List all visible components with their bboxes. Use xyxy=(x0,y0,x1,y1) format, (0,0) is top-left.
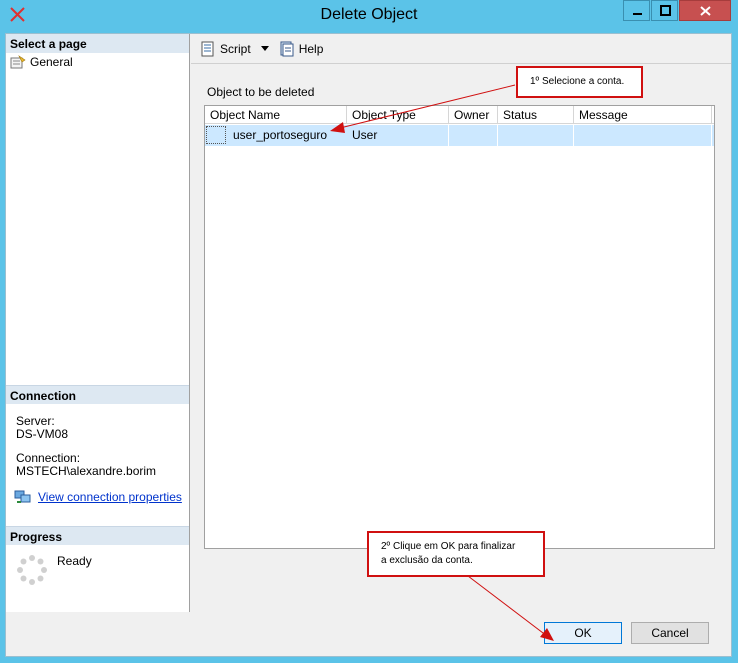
delete-object-window: Delete Object Select a page General Conn… xyxy=(0,0,738,663)
cell-status xyxy=(498,125,574,146)
ok-button[interactable]: OK xyxy=(544,622,622,644)
help-icon xyxy=(280,41,294,56)
connection-value: MSTECH\alexandre.borim xyxy=(16,464,157,478)
progress-status: Ready xyxy=(57,554,92,568)
select-page-heading: Select a page xyxy=(6,34,189,53)
column-header-message[interactable]: Message xyxy=(574,106,712,124)
cell-object-type: User xyxy=(347,125,449,146)
annotation-step1: 1º Selecione a conta. xyxy=(516,66,643,98)
row-focus-indicator xyxy=(206,126,226,144)
minimize-icon xyxy=(633,13,642,15)
maximize-button[interactable] xyxy=(651,0,678,21)
connection-properties-icon xyxy=(14,490,31,503)
column-header-owner[interactable]: Owner xyxy=(449,106,498,124)
annotation-step2-line1: 2º Clique em OK para finalizar xyxy=(381,541,516,552)
close-icon xyxy=(700,6,711,16)
annotation-step1-text: 1º Selecione a conta. xyxy=(530,76,625,87)
minimize-button[interactable] xyxy=(623,0,650,21)
cell-owner xyxy=(449,125,498,146)
cell-message xyxy=(574,125,712,146)
script-icon xyxy=(201,41,214,56)
toolbar: Script Help xyxy=(191,34,731,64)
objects-grid[interactable]: Object Name Object Type Owner Status Mes… xyxy=(204,105,715,549)
general-page-icon xyxy=(10,55,26,69)
left-panel: Select a page General Connection Server:… xyxy=(6,34,190,612)
column-header-status[interactable]: Status xyxy=(498,106,574,124)
grid-header: Object Name Object Type Owner Status Mes… xyxy=(205,106,714,124)
annotation-step2: 2º Clique em OK para finalizar a exclusã… xyxy=(367,531,545,577)
close-button[interactable] xyxy=(679,0,731,21)
connection-heading: Connection xyxy=(6,385,189,404)
page-item-label: General xyxy=(30,55,73,69)
maximize-icon xyxy=(660,5,671,16)
view-connection-link[interactable]: View connection properties xyxy=(38,490,182,504)
title-bar[interactable]: Delete Object xyxy=(0,0,738,32)
column-header-object-type[interactable]: Object Type xyxy=(347,106,449,124)
progress-spinner-icon xyxy=(17,555,47,585)
annotation-step2-line2: a exclusão da conta. xyxy=(381,555,473,566)
object-to-delete-label: Object to be deleted xyxy=(207,85,315,99)
page-item-general[interactable]: General xyxy=(10,54,73,70)
help-button[interactable]: Help xyxy=(276,38,327,60)
right-panel: Script Help Object to be deleted Object … xyxy=(191,34,731,612)
column-header-object-name[interactable]: Object Name xyxy=(205,106,347,124)
chevron-down-icon[interactable] xyxy=(260,46,269,51)
script-label: Script xyxy=(220,41,251,56)
view-connection-properties[interactable]: View connection properties xyxy=(14,489,182,505)
object-name-value: user_portoseguro xyxy=(233,128,328,142)
dialog-client-area: Select a page General Connection Server:… xyxy=(5,33,732,657)
script-button[interactable]: Script xyxy=(197,38,272,60)
progress-heading: Progress xyxy=(6,526,189,545)
cancel-button[interactable]: Cancel xyxy=(631,622,709,644)
cell-object-name: user_portoseguro xyxy=(205,125,347,146)
help-label: Help xyxy=(298,41,324,56)
table-row[interactable]: user_portoseguro User xyxy=(205,125,714,146)
server-value: DS-VM08 xyxy=(16,427,69,441)
